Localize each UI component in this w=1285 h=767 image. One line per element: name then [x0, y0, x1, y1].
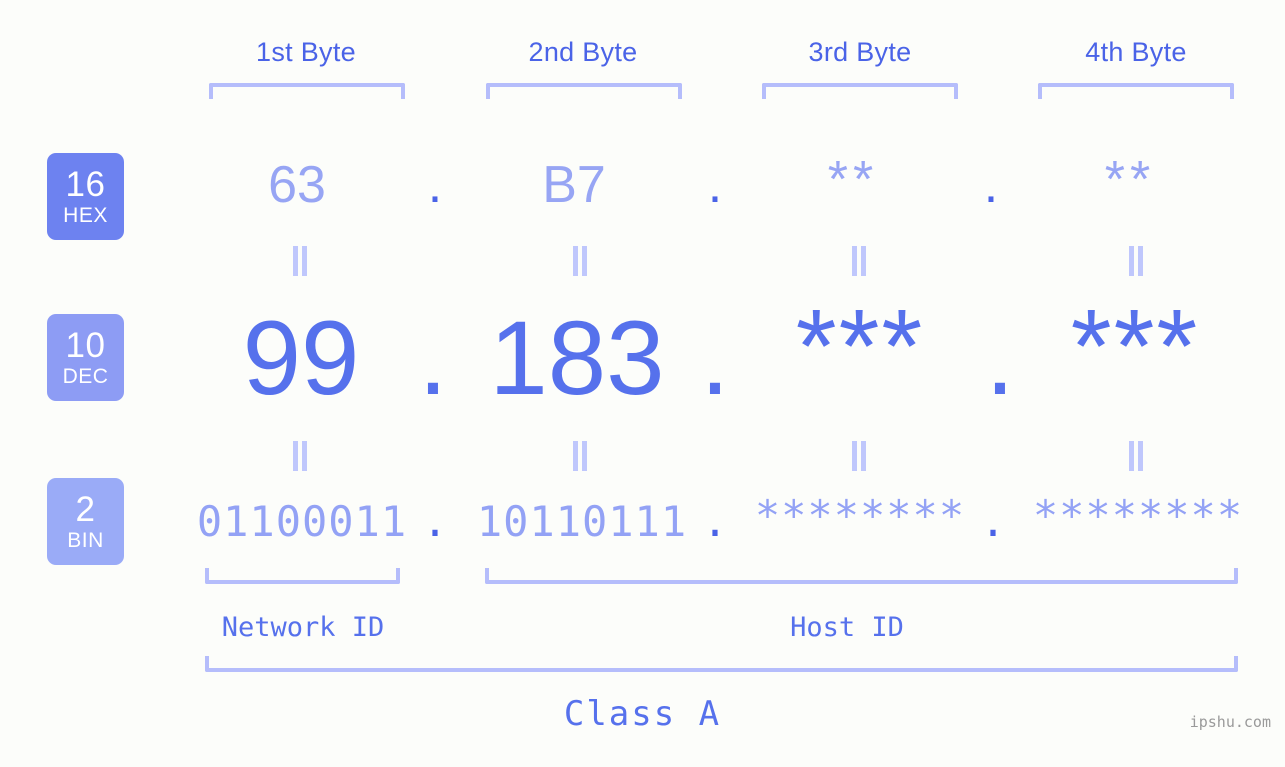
- base-badge-bin-name: BIN: [67, 529, 104, 552]
- hex-separator-2: .: [707, 156, 723, 214]
- base-badge-hex: 16 HEX: [47, 153, 124, 240]
- equals-dec-bin-1: [292, 441, 308, 471]
- bin-octet-2: 10110111: [476, 497, 688, 546]
- hex-separator-3: .: [983, 156, 999, 214]
- ip-address-breakdown-diagram: 1st Byte 2nd Byte 3rd Byte 4th Byte 16 H…: [0, 0, 1285, 767]
- base-badge-dec: 10 DEC: [47, 314, 124, 401]
- base-badge-bin: 2 BIN: [47, 478, 124, 565]
- hex-octet-3: **: [827, 151, 879, 209]
- dec-separator-2: .: [700, 300, 730, 417]
- site-watermark: ipshu.com: [1189, 713, 1271, 731]
- byte-bracket-top-4: [1038, 83, 1234, 99]
- dec-octet-2: 183: [489, 300, 665, 417]
- host-id-label: Host ID: [790, 612, 904, 643]
- equals-dec-bin-4: [1128, 441, 1144, 471]
- byte-bracket-top-2: [486, 83, 682, 99]
- equals-hex-dec-1: [292, 246, 308, 276]
- dec-octet-1: 99: [242, 300, 360, 417]
- equals-hex-dec-2: [572, 246, 588, 276]
- dec-separator-3: .: [985, 300, 1015, 417]
- byte-header-3: 3rd Byte: [808, 37, 912, 67]
- hex-octet-1: 63: [268, 156, 326, 214]
- base-badge-hex-number: 16: [65, 165, 106, 204]
- byte-header-1: 1st Byte: [256, 37, 356, 67]
- bin-separator-3: .: [980, 497, 1006, 546]
- base-badge-bin-number: 2: [75, 490, 96, 529]
- equals-dec-bin-3: [851, 441, 867, 471]
- dec-octet-3: ***: [795, 288, 925, 405]
- network-id-bracket: [205, 568, 400, 584]
- host-id-bracket: [485, 568, 1238, 584]
- byte-bracket-top-3: [762, 83, 958, 99]
- base-badge-hex-name: HEX: [63, 204, 108, 227]
- dec-octet-4: ***: [1070, 288, 1200, 405]
- bin-octet-4: ********: [1032, 491, 1244, 540]
- base-badge-dec-number: 10: [65, 326, 106, 365]
- class-bracket: [205, 656, 1238, 672]
- hex-separator-1: .: [427, 156, 443, 214]
- byte-header-2: 2nd Byte: [528, 37, 638, 67]
- network-id-label: Network ID: [221, 612, 385, 643]
- hex-octet-4: **: [1104, 151, 1156, 209]
- bin-octet-1: 01100011: [196, 497, 408, 546]
- hex-octet-2: B7: [542, 156, 606, 214]
- equals-dec-bin-2: [572, 441, 588, 471]
- equals-hex-dec-4: [1128, 246, 1144, 276]
- equals-hex-dec-3: [851, 246, 867, 276]
- base-badge-dec-name: DEC: [62, 365, 109, 388]
- bin-separator-1: .: [422, 497, 448, 546]
- bin-octet-3: ********: [754, 491, 966, 540]
- byte-bracket-top-1: [209, 83, 405, 99]
- byte-header-4: 4th Byte: [1085, 37, 1187, 67]
- dec-separator-1: .: [418, 300, 448, 417]
- bin-separator-2: .: [702, 497, 728, 546]
- class-label: Class A: [563, 694, 722, 734]
